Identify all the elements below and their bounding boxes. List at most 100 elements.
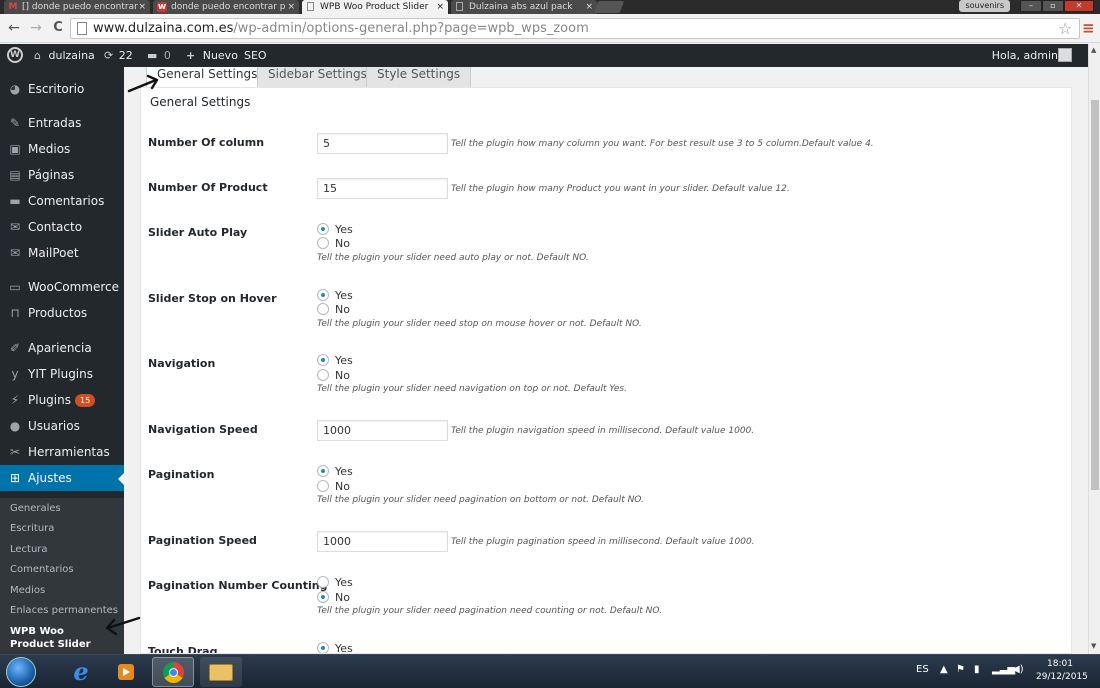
radio-label: No	[335, 303, 350, 316]
submenu-generales[interactable]: Generales	[0, 502, 124, 515]
document-icon	[307, 2, 314, 11]
pag-count-yes-radio[interactable]: Yes	[317, 576, 353, 589]
menu-item-escritorio[interactable]: ◕ Escritorio	[0, 76, 124, 102]
browser-tab-wpb[interactable]: WPB Woo Product Slider ×	[302, 0, 448, 14]
number-of-column-input[interactable]: 5	[317, 133, 448, 154]
chrome-icon[interactable]	[152, 657, 194, 687]
menu-item-usuarios[interactable]: ● Usuarios	[0, 413, 124, 439]
avatar[interactable]	[1058, 48, 1072, 62]
power-icon[interactable]: ▮	[974, 664, 980, 675]
autoplay-no-radio[interactable]: No	[317, 237, 350, 250]
close-tab-icon[interactable]: ×	[287, 0, 295, 14]
navigation-no-radio[interactable]: No	[317, 369, 350, 382]
media-icon: ▣	[9, 142, 21, 156]
internet-explorer-icon[interactable]: e	[60, 657, 102, 687]
menu-item-productos[interactable]: ⊓ Productos	[0, 300, 124, 326]
pagination-yes-radio[interactable]: Yes	[317, 465, 353, 478]
menu-item-apariencia[interactable]: ✐ Apariencia	[0, 335, 124, 361]
input-language[interactable]: ES	[916, 664, 929, 675]
menu-item-ajustes[interactable]: ⊞ Ajustes	[0, 465, 124, 491]
seo-link[interactable]: SEO	[244, 44, 267, 67]
comment-bubble-icon: ▬	[147, 49, 158, 62]
menu-item-medios[interactable]: ▣ Medios	[0, 136, 124, 162]
tab-sidebar-settings[interactable]: Sidebar Settings	[257, 67, 378, 87]
submenu-escritura[interactable]: Escritura	[0, 522, 124, 535]
pagination-no-radio[interactable]: No	[317, 480, 350, 493]
site-link[interactable]: ⌂ dulzaina	[34, 44, 95, 67]
menu-item-entradas[interactable]: ✎ Entradas	[0, 110, 124, 136]
comments-link[interactable]: ▬ 0	[147, 44, 171, 67]
tab-general-settings[interactable]: General Settings	[146, 67, 269, 87]
browser-menu-icon[interactable]: ≡	[1082, 19, 1095, 37]
menu-item-paginas[interactable]: ▤ Páginas	[0, 162, 124, 188]
menu-item-mailpoet[interactable]: ✉ MailPoet	[0, 240, 124, 266]
back-button[interactable]: ←	[6, 20, 22, 36]
scroll-up-arrow-icon[interactable]: ▲	[1091, 46, 1096, 54]
browser-tab-search[interactable]: w donde puedo encontrar p ×	[153, 0, 299, 14]
browser-tab-dulzaina[interactable]: Dulzaina abs azul pack ×	[451, 0, 597, 14]
menu-item-contacto[interactable]: ✉ Contacto	[0, 214, 124, 240]
bookmark-star-icon[interactable]: ☆	[1058, 19, 1072, 38]
hover-yes-radio[interactable]: Yes	[317, 289, 353, 302]
label-number-of-column: Number Of column	[148, 136, 265, 149]
menu-label: Usuarios	[28, 419, 80, 433]
show-hidden-icons-icon[interactable]: ▲	[940, 664, 948, 675]
radio-label: Yes	[335, 223, 353, 236]
scroll-thumb[interactable]	[1091, 100, 1099, 490]
page-scrollbar[interactable]: ▲ ▼	[1088, 44, 1100, 654]
address-bar[interactable]: www.dulzaina.com.es/wp-admin/options-gen…	[70, 18, 1080, 39]
menu-item-plugins[interactable]: ⚡ Plugins 15	[0, 387, 124, 413]
tab-style-settings[interactable]: Style Settings	[366, 67, 472, 87]
submenu-wpb-woo-product-slider[interactable]: WPB Woo Product Slider	[0, 625, 110, 651]
forward-button[interactable]: →	[28, 20, 44, 36]
clock-time[interactable]: 18:01	[1047, 659, 1073, 669]
minimize-button[interactable]: –	[1020, 0, 1042, 12]
radio-dot	[317, 354, 329, 366]
reload-button[interactable]: C	[50, 20, 66, 36]
new-content-link[interactable]: + Nuevo	[186, 44, 238, 67]
touch-yes-radio[interactable]: Yes	[317, 642, 353, 653]
profile-button[interactable]: souvenirs	[959, 0, 1010, 12]
wrench-icon: ✂	[9, 445, 21, 459]
submenu-comentarios[interactable]: Comentarios	[0, 563, 124, 576]
close-window-button[interactable]: ✕	[1064, 0, 1094, 12]
pag-count-no-radio[interactable]: No	[317, 591, 350, 604]
close-tab-icon[interactable]: ×	[138, 0, 146, 14]
submenu-lectura[interactable]: Lectura	[0, 543, 124, 556]
flag-icon[interactable]: ⚑	[956, 664, 965, 675]
autoplay-yes-radio[interactable]: Yes	[317, 223, 353, 236]
tab-title: donde puedo encontrar p	[171, 2, 286, 12]
updates-link[interactable]: ⟳ 22	[104, 44, 133, 67]
description: Tell the plugin pagination speed in mill…	[451, 537, 755, 547]
navigation-yes-radio[interactable]: Yes	[317, 354, 353, 367]
number-of-product-input[interactable]: 15	[317, 178, 448, 199]
brush-icon: ✐	[9, 341, 21, 355]
scroll-down-arrow-icon[interactable]: ▼	[1091, 642, 1096, 650]
radio-label: Yes	[335, 354, 353, 367]
pagination-speed-input[interactable]: 1000	[317, 531, 448, 552]
navigation-speed-input[interactable]: 1000	[317, 420, 448, 441]
user-icon: ●	[9, 419, 21, 433]
menu-label: Medios	[28, 142, 71, 156]
file-explorer-icon[interactable]	[200, 657, 242, 687]
radio-dot	[317, 237, 329, 249]
new-tab-button[interactable]	[593, 1, 625, 13]
menu-item-woocommerce[interactable]: ▭ WooCommerce	[0, 274, 124, 300]
page-icon	[77, 22, 87, 35]
browser-tab-gmail[interactable]: M [] donde puedo encontrar ×	[4, 0, 150, 14]
close-tab-icon[interactable]: ×	[436, 0, 444, 14]
volume-icon[interactable]: ◀)	[1012, 664, 1024, 675]
tab-title: WPB Woo Product Slider	[320, 2, 429, 12]
menu-item-herramientas[interactable]: ✂ Herramientas	[0, 439, 124, 465]
user-greeting[interactable]: Hola, admin	[992, 44, 1058, 67]
submenu-medios[interactable]: Medios	[0, 584, 124, 597]
wordpress-logo-icon[interactable]: W	[7, 47, 23, 63]
media-player-icon[interactable]	[112, 657, 140, 687]
menu-item-comentarios[interactable]: ▬ Comentarios	[0, 188, 124, 214]
start-button[interactable]	[6, 657, 36, 687]
maximize-button[interactable]: ▫	[1042, 0, 1064, 12]
menu-item-yit-plugins[interactable]: y YIT Plugins	[0, 361, 124, 387]
clock-date[interactable]: 29/12/2015	[1036, 672, 1088, 682]
hover-no-radio[interactable]: No	[317, 303, 350, 316]
close-tab-icon[interactable]: ×	[585, 0, 593, 14]
